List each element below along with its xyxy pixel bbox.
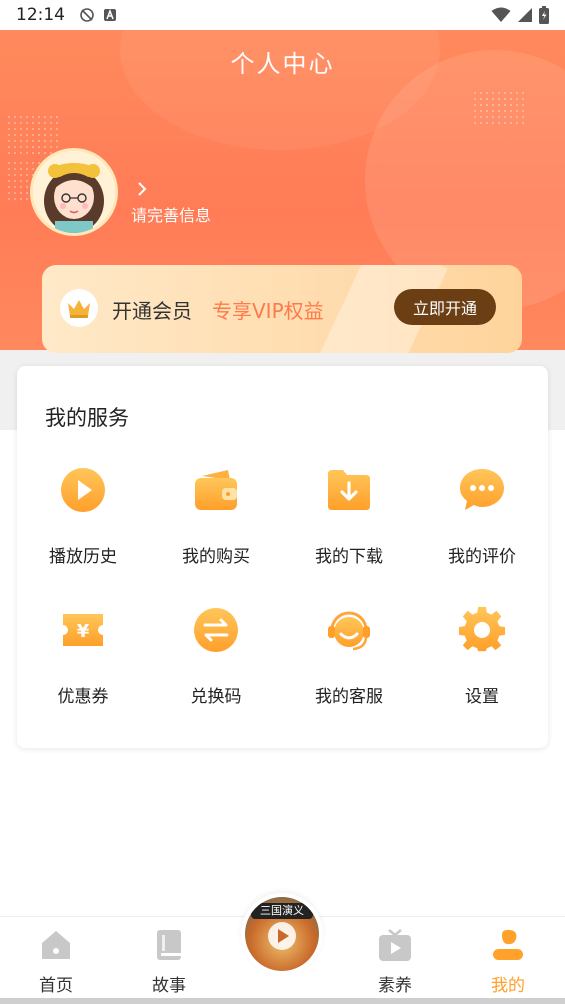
girl-avatar-icon: [33, 151, 115, 233]
service-my-purchases[interactable]: 我的购买: [150, 466, 282, 576]
person-icon: [493, 929, 523, 960]
wifi-icon: [491, 7, 511, 22]
service-label: 兑换码: [190, 687, 242, 707]
service-settings[interactable]: 设置: [416, 606, 548, 716]
no-sim-icon: [80, 8, 94, 22]
chevron-right-icon[interactable]: [137, 180, 147, 201]
home-indicator-bar: [0, 998, 565, 1004]
service-my-reviews[interactable]: 我的评价: [416, 466, 548, 576]
play-disc-icon: 三国演义: [245, 897, 319, 971]
headset-icon: [328, 611, 370, 651]
play-circle-icon: [61, 468, 105, 512]
vip-title: 开通会员: [112, 299, 192, 323]
vip-subtitle: 专享VIP权益: [212, 299, 324, 323]
page-title: 个人中心: [230, 50, 335, 78]
book-icon: [157, 930, 181, 960]
nav-label: 首页: [39, 976, 73, 996]
service-label: 我的购买: [182, 547, 250, 567]
svg-text:¥: ¥: [77, 621, 90, 642]
play-icon: [268, 922, 296, 950]
wallet-icon: [195, 470, 237, 510]
status-bar: 12:14: [0, 0, 565, 30]
nav-item-home[interactable]: 首页: [11, 917, 101, 997]
status-time: 12:14: [16, 5, 65, 25]
nav-item-literacy[interactable]: 素养: [350, 917, 440, 997]
avatar[interactable]: [30, 148, 118, 236]
exchange-icon: [194, 608, 238, 652]
gear-icon: [459, 606, 506, 652]
service-play-history[interactable]: 播放历史: [17, 466, 149, 576]
nav-item-mine[interactable]: 我的: [463, 917, 553, 997]
coupon-icon: ¥: [63, 614, 103, 646]
screen: 12:14 个人中心 请完善信息 开通会员 专享VIP权益 立即开通 我的服务 …: [0, 0, 565, 1004]
service-coupons[interactable]: ¥ 优惠券: [17, 606, 149, 716]
nav-label: 我的: [491, 976, 525, 996]
services-title: 我的服务: [45, 406, 129, 430]
nav-label: 故事: [152, 976, 186, 996]
service-label: 我的客服: [315, 687, 383, 707]
service-label: 我的评价: [448, 547, 516, 567]
comment-bubble-icon: [460, 469, 504, 510]
download-folder-icon: [328, 470, 370, 510]
service-redeem-code[interactable]: 兑换码: [150, 606, 282, 716]
open-vip-button[interactable]: 立即开通: [394, 289, 496, 325]
service-label: 我的下载: [315, 547, 383, 567]
complete-info-link[interactable]: 请完善信息: [131, 202, 211, 226]
nav-center-play-button[interactable]: 三国演义: [241, 893, 323, 975]
service-customer-support[interactable]: 我的客服: [283, 606, 415, 716]
nav-label: 素养: [378, 976, 412, 996]
service-my-downloads[interactable]: 我的下载: [283, 466, 415, 576]
center-banner-text: 三国演义: [251, 903, 313, 919]
vip-banner[interactable]: 开通会员 专享VIP权益 立即开通: [42, 265, 522, 353]
signal-icon: [518, 8, 532, 22]
service-label: 设置: [465, 687, 499, 707]
service-label: 优惠券: [57, 687, 109, 707]
nav-item-stories[interactable]: 故事: [124, 917, 214, 997]
battery-icon: [539, 6, 549, 24]
crown-icon: [60, 289, 98, 327]
service-label: 播放历史: [49, 547, 117, 567]
keyboard-a-icon: [104, 8, 116, 21]
services-card: 我的服务 播放历史 我的购买 我的下载 我的评价 ¥ 优惠券 兑换码 我的客服 …: [17, 366, 548, 748]
tv-play-icon: [379, 929, 411, 961]
home-icon: [42, 931, 70, 959]
